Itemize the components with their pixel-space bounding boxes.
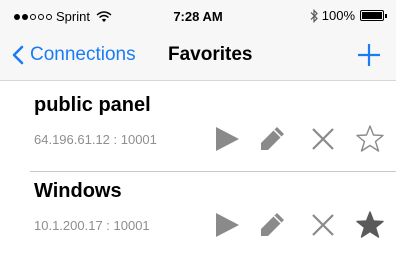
connection-name: Windows bbox=[34, 180, 122, 202]
status-bar: Sprint 7:28 AM 100% bbox=[0, 0, 396, 32]
back-button[interactable]: Connections bbox=[12, 44, 136, 66]
pencil-icon bbox=[261, 213, 284, 236]
navigation-bar: Connections Favorites bbox=[0, 32, 396, 81]
battery-icon bbox=[360, 10, 387, 21]
edit-button[interactable] bbox=[257, 210, 287, 240]
connect-button[interactable] bbox=[212, 210, 242, 240]
page-title: Favorites bbox=[168, 44, 253, 65]
connect-button[interactable] bbox=[212, 124, 242, 154]
back-button-label: Connections bbox=[30, 44, 136, 65]
close-icon bbox=[312, 128, 334, 150]
close-icon bbox=[312, 214, 334, 236]
connection-address: 10.1.200.17 : 10001 bbox=[34, 218, 150, 233]
play-icon bbox=[216, 213, 239, 237]
status-right: 100% bbox=[309, 8, 387, 23]
favorite-button[interactable] bbox=[355, 124, 385, 154]
star-icon bbox=[356, 125, 384, 152]
chevron-left-icon bbox=[12, 45, 24, 65]
connection-address: 64.196.61.12 : 10001 bbox=[34, 132, 157, 147]
play-icon bbox=[216, 127, 239, 151]
list-item[interactable]: Windows 10.1.200.17 : 10001 bbox=[0, 172, 396, 258]
star-icon bbox=[356, 211, 384, 238]
connection-name: public panel bbox=[34, 94, 151, 116]
battery-percentage: 100% bbox=[321, 8, 355, 23]
delete-button[interactable] bbox=[308, 124, 338, 154]
list-item[interactable]: public panel 64.196.61.12 : 10001 bbox=[0, 86, 396, 172]
delete-button[interactable] bbox=[308, 210, 338, 240]
edit-button[interactable] bbox=[257, 124, 287, 154]
pencil-icon bbox=[261, 127, 284, 150]
bluetooth-icon bbox=[310, 8, 318, 23]
plus-icon[interactable] bbox=[356, 40, 382, 70]
favorite-button[interactable] bbox=[355, 210, 385, 240]
